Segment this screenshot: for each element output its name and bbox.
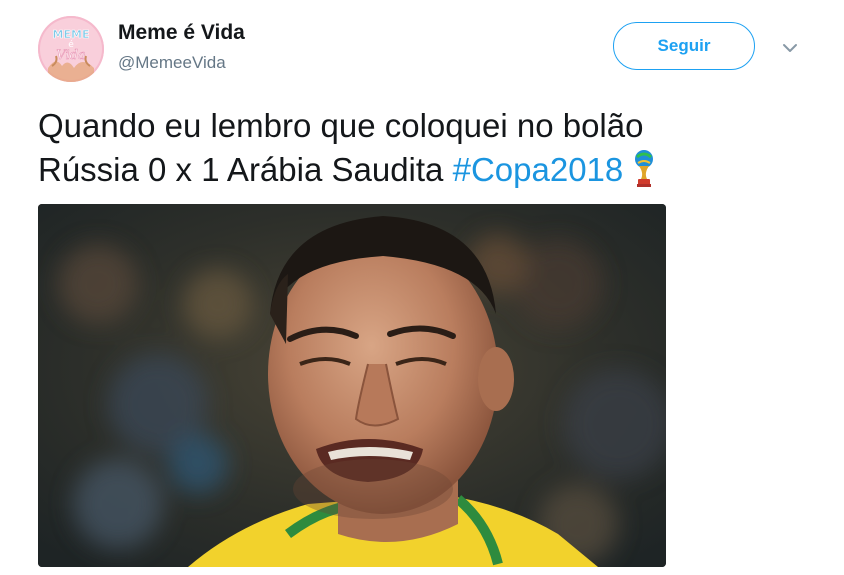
avatar-text-bottom: Vida: [56, 48, 85, 63]
hashtag-link[interactable]: #Copa2018: [453, 151, 624, 188]
user-handle[interactable]: @MemeeVida: [118, 53, 226, 73]
tweet-text: Quando eu lembro que coloquei no bolão R…: [38, 104, 818, 198]
avatar-logo-icon: MEME é Vida: [38, 16, 104, 82]
avatar[interactable]: MEME é Vida: [38, 16, 104, 82]
tweet-media-photo[interactable]: [38, 204, 666, 567]
chevron-down-icon: [783, 44, 797, 52]
more-options-button[interactable]: [778, 38, 802, 58]
tweet-text-line-1: Quando eu lembro que coloquei no bolão: [38, 107, 644, 144]
tweet-card: MEME é Vida Meme é Vida @MemeeVida Segui…: [0, 0, 844, 575]
tweet-text-line-2: Rússia 0 x 1 Arábia Saudita #Copa2018: [38, 148, 818, 198]
crying-player-photo: [38, 204, 666, 567]
world-cup-trophy-icon: [633, 149, 655, 198]
tweet-text-line-2-body: Rússia 0 x 1 Arábia Saudita: [38, 151, 453, 188]
display-name[interactable]: Meme é Vida: [118, 21, 245, 45]
follow-button[interactable]: Seguir: [613, 22, 755, 70]
